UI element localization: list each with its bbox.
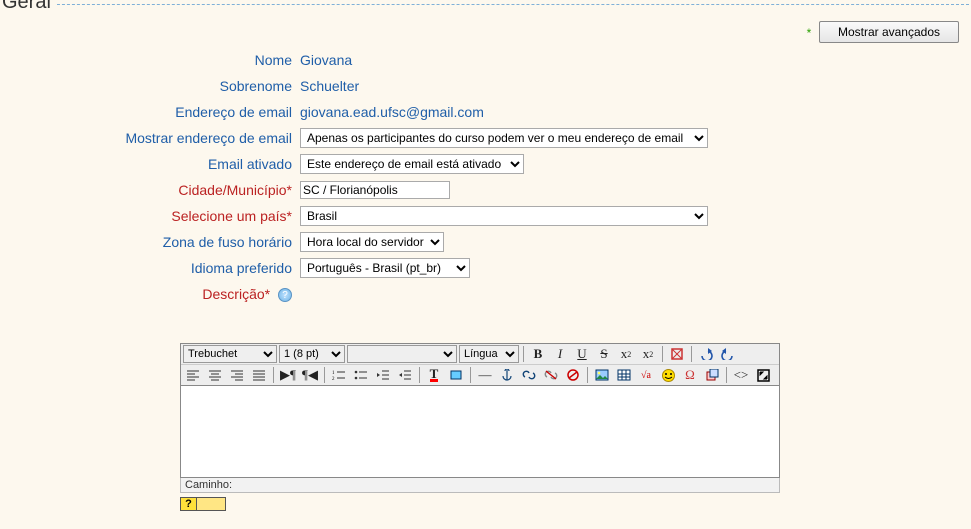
select-idioma[interactable]: Português - Brasil (pt_br) <box>300 258 470 278</box>
label-email-ativado: Email ativado <box>2 156 300 172</box>
label-idioma: Idioma preferido <box>2 260 300 276</box>
label-cidade: Cidade/Município* <box>2 182 300 198</box>
link-button[interactable] <box>519 366 539 384</box>
html-source-button[interactable]: <> <box>731 366 751 384</box>
underline-button[interactable]: U <box>572 345 592 363</box>
label-nome: Nome <box>2 52 300 68</box>
equation-button[interactable]: √a <box>636 366 656 384</box>
input-cidade[interactable] <box>300 181 450 199</box>
table-button[interactable] <box>614 366 634 384</box>
select-email-ativado[interactable]: Este endereço de email está ativado <box>300 154 524 174</box>
fullscreen-button[interactable] <box>753 366 773 384</box>
align-justify-button[interactable] <box>249 366 269 384</box>
value-email: giovana.ead.ufsc@gmail.com <box>300 104 484 120</box>
superscript-button[interactable]: x2 <box>638 345 658 363</box>
select-mostrar-email[interactable]: Apenas os participantes do curso podem v… <box>300 128 708 148</box>
rich-text-editor: Trebuchet 1 (8 pt) Língua B I U S x2 x2 <box>180 343 780 511</box>
show-advanced-button[interactable]: Mostrar avançados <box>819 21 959 43</box>
subscript-button[interactable]: x2 <box>616 345 636 363</box>
ltr-button[interactable]: ▶¶ <box>278 366 298 384</box>
section-legend: Geral <box>2 0 57 14</box>
nolink-button[interactable] <box>563 366 583 384</box>
find-button[interactable] <box>702 366 722 384</box>
hr-button[interactable]: — <box>475 366 495 384</box>
value-nome: Giovana <box>300 52 352 68</box>
value-sobrenome: Schuelter <box>300 78 359 94</box>
undo-button[interactable] <box>696 345 716 363</box>
label-mostrar-email: Mostrar endereço de email <box>2 130 300 146</box>
indent-button[interactable] <box>395 366 415 384</box>
unordered-list-button[interactable] <box>351 366 371 384</box>
svg-text:2: 2 <box>332 377 335 381</box>
select-style[interactable] <box>347 345 457 363</box>
ordered-list-button[interactable]: 12 <box>329 366 349 384</box>
align-left-button[interactable] <box>183 366 203 384</box>
label-sobrenome: Sobrenome <box>2 78 300 94</box>
redo-button[interactable] <box>718 345 738 363</box>
anchor-button[interactable] <box>497 366 517 384</box>
clean-button[interactable] <box>667 345 687 363</box>
outdent-button[interactable] <box>373 366 393 384</box>
label-email: Endereço de email <box>2 104 300 120</box>
select-fuso[interactable]: Hora local do servidor <box>300 232 444 252</box>
select-size[interactable]: 1 (8 pt) <box>279 345 345 363</box>
bold-button[interactable]: B <box>528 345 548 363</box>
svg-text:1: 1 <box>332 371 335 376</box>
label-descricao: Descrição* ? <box>2 286 300 302</box>
strike-button[interactable]: S <box>594 345 614 363</box>
smiley-button[interactable] <box>658 366 678 384</box>
rtl-button[interactable]: ¶◀ <box>300 366 320 384</box>
align-right-button[interactable] <box>227 366 247 384</box>
keyboard-badge[interactable]: ? <box>180 497 226 511</box>
special-char-button[interactable]: Ω <box>680 366 700 384</box>
align-center-button[interactable] <box>205 366 225 384</box>
image-button[interactable] <box>592 366 612 384</box>
select-lang[interactable]: Língua <box>459 345 519 363</box>
editor-textarea[interactable] <box>180 386 780 478</box>
required-indicator: * <box>807 26 812 40</box>
bg-color-button[interactable] <box>446 366 466 384</box>
select-font[interactable]: Trebuchet <box>183 345 277 363</box>
unlink-button[interactable] <box>541 366 561 384</box>
editor-path-bar: Caminho: <box>180 478 780 493</box>
label-pais: Selecione um país* <box>2 208 300 224</box>
italic-button[interactable]: I <box>550 345 570 363</box>
select-pais[interactable]: Brasil <box>300 206 708 226</box>
editor-toolbar: Trebuchet 1 (8 pt) Língua B I U S x2 x2 <box>180 343 780 386</box>
text-color-button[interactable]: T <box>424 366 444 384</box>
help-icon[interactable]: ? <box>278 288 292 302</box>
label-fuso: Zona de fuso horário <box>2 234 300 250</box>
